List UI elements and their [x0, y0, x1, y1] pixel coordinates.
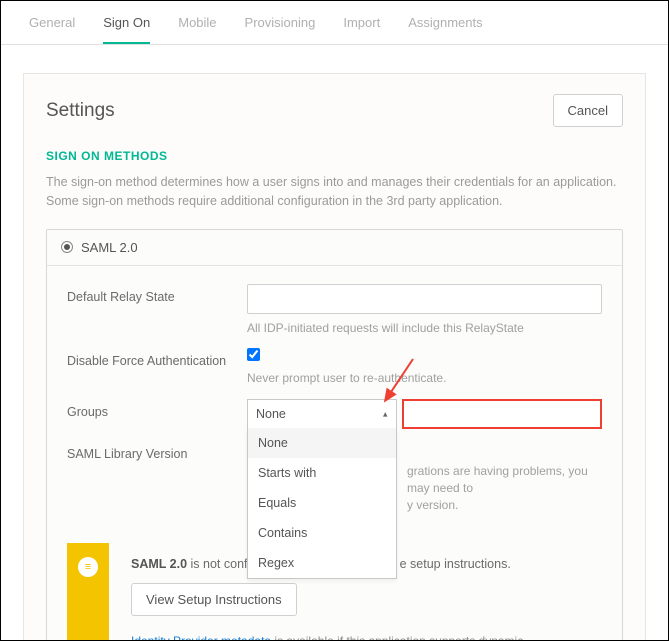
setup-after: e setup instructions. [400, 557, 511, 571]
disable-force-label: Disable Force Authentication [67, 348, 247, 368]
tabs-nav: General Sign On Mobile Provisioning Impo… [1, 1, 668, 45]
groups-dropdown-list: None Starts with Equals Contains Regex [247, 428, 397, 579]
groups-filter-input[interactable] [402, 399, 602, 429]
method-header[interactable]: SAML 2.0 [47, 230, 622, 266]
tab-sign-on[interactable]: Sign On [103, 15, 150, 44]
list-icon: ≡ [78, 557, 98, 577]
tab-mobile[interactable]: Mobile [178, 15, 216, 44]
tab-import[interactable]: Import [343, 15, 380, 44]
groups-label: Groups [67, 399, 247, 419]
tab-assignments[interactable]: Assignments [408, 15, 482, 44]
relay-hint: All IDP-initiated requests will include … [247, 320, 602, 337]
disable-force-hint: Never prompt user to re-authenticate. [247, 370, 602, 387]
groups-option-none[interactable]: None [248, 428, 396, 458]
setup-stripe: ≡ [67, 543, 109, 641]
saml-lib-hint-2: y version. [407, 498, 458, 512]
relay-input[interactable] [247, 284, 602, 314]
saml-lib-hint-1: grations are having problems, you may ne… [407, 464, 588, 495]
section-title: SIGN ON METHODS [46, 149, 623, 163]
saml-lib-label: SAML Library Version [67, 441, 247, 461]
cancel-button[interactable]: Cancel [553, 94, 623, 127]
groups-option-regex[interactable]: Regex [248, 548, 396, 578]
panel-title: Settings [46, 100, 115, 122]
settings-panel: Settings Cancel SIGN ON METHODS The sign… [23, 73, 646, 641]
method-label: SAML 2.0 [81, 240, 138, 255]
groups-option-equals[interactable]: Equals [248, 488, 396, 518]
groups-dropdown[interactable]: None ▾ [247, 399, 397, 429]
method-form: Default Relay State All IDP-initiated re… [47, 266, 622, 532]
setup-strong: SAML 2.0 [131, 557, 187, 571]
idp-metadata-link[interactable]: Identity Provider metadata [131, 634, 271, 641]
groups-option-starts-with[interactable]: Starts with [248, 458, 396, 488]
section-desc: The sign-on method determines how a user… [46, 173, 623, 211]
view-setup-button[interactable]: View Setup Instructions [131, 583, 297, 616]
groups-selected: None [256, 407, 286, 421]
signon-method-box: SAML 2.0 Default Relay State All IDP-ini… [46, 229, 623, 641]
relay-label: Default Relay State [67, 284, 247, 304]
tab-provisioning[interactable]: Provisioning [245, 15, 316, 44]
caret-up-icon: ▾ [383, 409, 388, 420]
radio-selected-icon[interactable] [61, 241, 73, 253]
disable-force-checkbox[interactable] [247, 348, 260, 361]
groups-option-contains[interactable]: Contains [248, 518, 396, 548]
meta-text: Identity Provider metadata is available … [131, 634, 586, 641]
tab-general[interactable]: General [29, 15, 75, 44]
